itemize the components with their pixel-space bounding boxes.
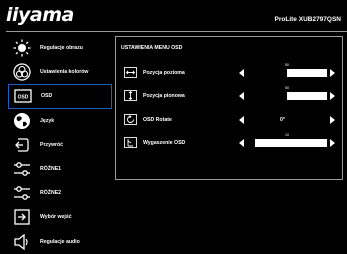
sun-brightness-icon (12, 38, 32, 58)
sidebar-item-przywroc[interactable]: Przywróć (8, 133, 112, 157)
setting-value: 0° (280, 117, 285, 123)
sidebar-item-label: Przywróć (40, 141, 64, 148)
sidebar-item-osd[interactable]: OSD OSD (8, 84, 112, 109)
sidebar-item-label: RÓŻNE2 (40, 190, 62, 197)
value-bar-fill (247, 139, 255, 147)
sidebar-item-label: Regulacje obrazu (40, 45, 83, 52)
osd-screen-icon: OSD (13, 86, 33, 106)
decrease-arrow-icon[interactable] (239, 116, 244, 124)
sidebar-item-jezyk[interactable]: Język (8, 109, 112, 133)
color-circles-icon (12, 62, 32, 82)
increase-arrow-icon[interactable] (330, 139, 335, 147)
osd-settings-panel: USTAWIENIA MENU OSD Pozycja pozioma 50 P… (115, 36, 343, 180)
setting-row-vertical-position[interactable]: Pozycja pionowa 50 (124, 86, 340, 104)
model-name: ProLite XUB2797QSN (274, 16, 341, 23)
value-bar[interactable]: 50 (247, 63, 327, 77)
rotate-icon (124, 114, 137, 125)
sidebar: Regulacje obrazu Ustawienia kolorów OSD … (8, 36, 112, 254)
value-number: 50 (285, 86, 289, 90)
osd-menu: iiyama ProLite XUB2797QSN Regulacje obra… (0, 0, 347, 254)
increase-arrow-icon[interactable] (330, 116, 335, 124)
svg-text:OSD: OSD (18, 95, 29, 101)
sidebar-item-label: Regulacje audio (40, 238, 80, 245)
sidebar-item-regulacje-audio[interactable]: Regulacje audio (8, 230, 112, 254)
sidebar-item-rozne1[interactable]: RÓŻNE1 (8, 157, 112, 181)
increase-arrow-icon[interactable] (330, 69, 335, 77)
setting-label: Wygaszenie OSD (143, 140, 186, 146)
input-select-icon (12, 207, 32, 227)
setting-label: Pozycja pozioma (143, 70, 185, 76)
value-bar[interactable]: 10 (247, 133, 327, 147)
value-bar-fill (247, 92, 287, 100)
sidebar-item-label: Ustawienia kolorów (40, 69, 89, 76)
value-number: 50 (285, 63, 289, 67)
decrease-arrow-icon[interactable] (239, 139, 244, 147)
value-bar-fill (247, 69, 287, 77)
decrease-arrow-icon[interactable] (239, 92, 244, 100)
sidebar-item-rozne2[interactable]: RÓŻNE2 (8, 181, 112, 205)
setting-label: OSD Rotate (143, 117, 172, 123)
increase-arrow-icon[interactable] (330, 92, 335, 100)
sliders-icon (12, 183, 32, 203)
sidebar-item-wybor-wejsc[interactable]: Wybór wejść (8, 205, 112, 229)
panel-title: USTAWIENIA MENU OSD (121, 45, 183, 51)
sidebar-item-label: Język (40, 117, 55, 124)
setting-label: Pozycja pionowa (143, 93, 185, 99)
sidebar-item-label: OSD (41, 93, 53, 100)
decrease-arrow-icon[interactable] (239, 69, 244, 77)
sidebar-item-label: Wybór wejść (40, 214, 72, 221)
setting-row-osd-timeout[interactable]: Wygaszenie OSD 10 (124, 133, 340, 151)
sidebar-item-label: RÓŻNE1 (40, 166, 62, 173)
reset-icon (12, 135, 32, 155)
timer-icon (124, 137, 137, 148)
value-number: 10 (285, 133, 289, 137)
globe-icon (12, 111, 32, 131)
speaker-icon (12, 232, 32, 252)
setting-row-horizontal-position[interactable]: Pozycja pozioma 50 (124, 63, 340, 81)
setting-row-osd-rotate[interactable]: OSD Rotate 0° (124, 112, 340, 128)
sidebar-item-regulacje-obrazu[interactable]: Regulacje obrazu (8, 36, 112, 60)
horizontal-position-icon (124, 67, 137, 78)
sidebar-item-ustawienia-kolorow[interactable]: Ustawienia kolorów (8, 60, 112, 84)
vertical-position-icon (124, 90, 137, 101)
value-bar[interactable]: 50 (247, 86, 327, 100)
header-divider (6, 31, 347, 32)
sliders-icon (12, 159, 32, 179)
brand-logo: iiyama (6, 4, 74, 26)
